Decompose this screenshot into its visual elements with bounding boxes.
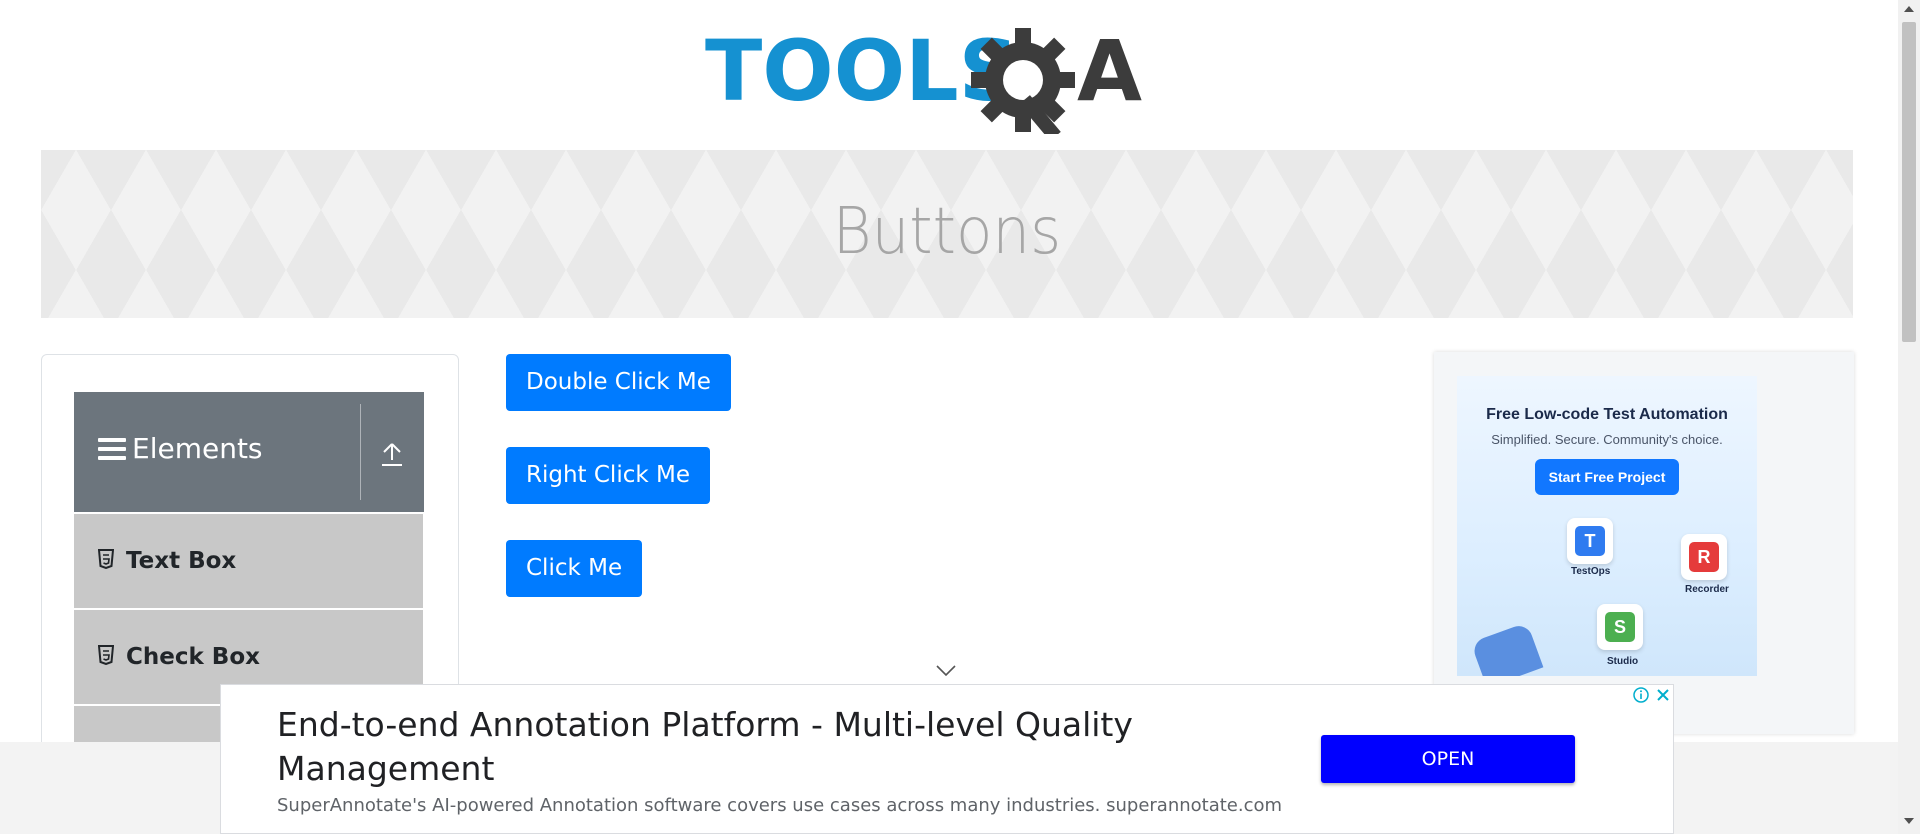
sidebar-item-text-box[interactable]: Text Box — [74, 514, 423, 610]
recorder-icon: R — [1681, 534, 1727, 580]
ad-bottom-description: SuperAnnotate's AI-powered Annotation so… — [277, 795, 1283, 816]
scroll-down-arrow-icon[interactable] — [1904, 818, 1914, 824]
sidebar-item-label: Check Box — [126, 644, 260, 670]
ad-katalon[interactable]: Free Low-code Test Automation Simplified… — [1457, 376, 1757, 676]
hamburger-icon — [98, 438, 126, 464]
page-header-banner: Buttons — [41, 150, 1853, 318]
sidebar-item-label: Text Box — [126, 548, 237, 574]
chevron-down-icon[interactable] — [935, 664, 957, 678]
divider — [360, 404, 361, 500]
testops-icon: T — [1567, 518, 1613, 564]
tile-label: Studio — [1607, 656, 1639, 667]
ad-headline: Free Low-code Test Automation — [1486, 406, 1728, 423]
robot-illustration — [1470, 622, 1544, 676]
tile-label: TestOps — [1571, 566, 1611, 577]
start-free-project-button[interactable]: Start Free Project — [1534, 459, 1680, 495]
page-title: Buttons — [832, 195, 1062, 269]
ad-open-button[interactable]: OPEN — [1321, 735, 1575, 783]
scroll-up-arrow-icon[interactable] — [1904, 6, 1914, 12]
click-me-button[interactable]: Click Me — [506, 540, 643, 597]
close-icon[interactable] — [1653, 685, 1673, 705]
scrollbar-thumb[interactable] — [1902, 22, 1916, 342]
logo-text-a: A — [1077, 22, 1142, 120]
upload-icon[interactable] — [380, 440, 404, 468]
ad-bottom-banner[interactable]: End-to-end Annotation Platform - Multi-l… — [220, 684, 1674, 834]
info-icon[interactable] — [1631, 685, 1651, 705]
sidebar-group-elements[interactable]: Elements — [74, 392, 424, 512]
html5-icon — [98, 645, 114, 665]
right-click-button[interactable]: Right Click Me — [506, 447, 710, 504]
toolsqa-logo[interactable]: TOOLS A — [705, 22, 1195, 134]
double-click-button[interactable]: Double Click Me — [506, 354, 731, 411]
sidebar-group-label: Elements — [132, 432, 263, 465]
studio-icon: S — [1597, 604, 1643, 650]
ad-bottom-headline[interactable]: End-to-end Annotation Platform - Multi-l… — [277, 703, 1247, 791]
html5-icon — [98, 549, 114, 569]
logo-text-tools: TOOLS — [705, 22, 1019, 120]
page-scrollbar[interactable] — [1898, 0, 1920, 834]
ad-subline: Simplified. Secure. Community's choice. — [1491, 432, 1723, 447]
tile-label: Recorder — [1685, 584, 1729, 595]
